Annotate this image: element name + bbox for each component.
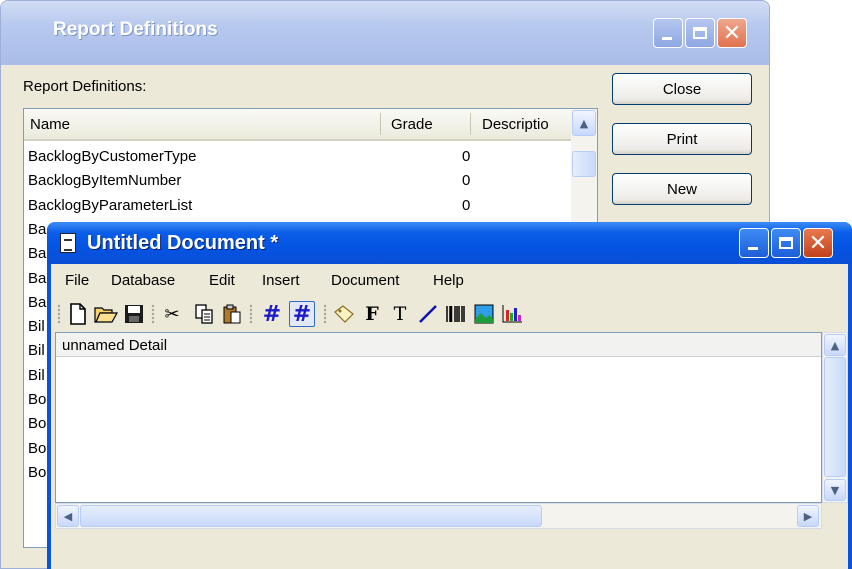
snap-grid-icon[interactable]: #	[289, 301, 315, 327]
toolbar-grip[interactable]	[57, 304, 61, 324]
grid-icon[interactable]: #	[259, 301, 285, 327]
report-name: Ba	[28, 293, 47, 311]
column-divider[interactable]	[470, 113, 471, 135]
image-icon[interactable]	[471, 301, 497, 327]
maximize-button[interactable]	[685, 18, 715, 48]
report-grade: 0	[462, 196, 471, 214]
scroll-up-button[interactable]: ▲	[824, 334, 846, 356]
report-name: Ba	[28, 269, 47, 287]
paste-icon[interactable]	[219, 301, 245, 327]
menu-edit[interactable]: Edit	[209, 272, 235, 289]
print-button[interactable]: Print	[612, 123, 752, 155]
close-window-button[interactable]: ✕	[717, 18, 747, 48]
bold-field-icon[interactable]: F	[359, 301, 385, 327]
list-item[interactable]: BacklogByItemNumber 0	[24, 168, 572, 192]
scroll-down-button[interactable]: ▼	[824, 479, 846, 501]
cut-icon[interactable]: ✂	[159, 301, 185, 327]
report-name: Bo	[28, 391, 47, 408]
minimize-button[interactable]	[653, 18, 683, 48]
toolbar-grip[interactable]	[249, 304, 253, 324]
report-name: Bo	[28, 463, 47, 481]
chevron-left-icon: ◀	[63, 509, 73, 523]
minimize-button[interactable]	[739, 228, 769, 258]
list-item[interactable]: BacklogByParameterList 0	[24, 193, 572, 217]
report-name: BacklogByParameterList	[28, 196, 193, 214]
line-icon[interactable]	[415, 301, 441, 327]
report-design-canvas[interactable]: unnamed Detail	[55, 332, 822, 503]
new-icon[interactable]	[65, 301, 91, 327]
column-header-description[interactable]: Descriptio	[482, 116, 568, 133]
scroll-up-button[interactable]: ▲	[572, 110, 596, 136]
document-icon	[60, 233, 76, 253]
copy-icon[interactable]	[191, 301, 217, 327]
barcode-icon[interactable]	[443, 301, 469, 327]
menu-insert[interactable]: Insert	[262, 272, 300, 289]
design-horizontal-scrollbar[interactable]: ◀ ▶	[55, 503, 822, 529]
maximize-icon	[779, 237, 793, 249]
close-icon: ✕	[722, 20, 742, 46]
report-name: Bil	[28, 366, 45, 384]
toolbar-grip[interactable]	[151, 304, 155, 324]
report-name: BacklogByItemNumber	[28, 172, 182, 190]
chevron-up-icon: ▲	[830, 338, 840, 352]
column-divider[interactable]	[380, 113, 381, 135]
document-title: Untitled Document *	[87, 232, 279, 254]
scroll-right-button[interactable]: ▶	[797, 505, 819, 527]
document-titlebar[interactable]: Untitled Document * ✕	[47, 222, 852, 264]
chevron-right-icon: ▶	[803, 509, 813, 523]
column-header-name[interactable]: Name	[30, 116, 70, 133]
report-name: Bil	[28, 342, 45, 360]
open-icon[interactable]	[93, 301, 119, 327]
maximize-button[interactable]	[771, 228, 801, 258]
menu-document[interactable]: Document	[331, 272, 399, 289]
minimize-icon	[748, 247, 758, 250]
close-icon: ✕	[808, 230, 828, 256]
new-button[interactable]: New	[612, 173, 752, 205]
band-header[interactable]: unnamed Detail	[56, 333, 821, 357]
report-definitions-label: Report Definitions:	[23, 78, 147, 95]
report-name: BacklogByCustomerType	[28, 148, 197, 165]
toolbar-grip[interactable]	[323, 304, 327, 324]
chevron-up-icon: ▲	[579, 116, 589, 130]
list-header: Name Grade Descriptio	[24, 109, 572, 141]
menu-file[interactable]: File	[65, 272, 89, 289]
menu-database[interactable]: Database	[111, 272, 175, 289]
scroll-thumb[interactable]	[572, 151, 596, 177]
list-item[interactable]: BacklogByCustomerType 0	[24, 144, 572, 168]
column-header-grade[interactable]: Grade	[391, 116, 433, 133]
toolbar: ✂ # # F T	[51, 296, 848, 332]
report-grade: 0	[462, 172, 471, 190]
menu-help[interactable]: Help	[433, 272, 464, 289]
scrollbar-corner	[822, 503, 848, 529]
maximize-icon	[693, 27, 707, 39]
scroll-left-button[interactable]: ◀	[57, 505, 79, 527]
label-icon[interactable]	[331, 301, 357, 327]
untitled-document-window: Untitled Document * ✕ File Database Edit…	[47, 222, 852, 569]
scroll-thumb[interactable]	[80, 505, 542, 527]
chevron-down-icon: ▼	[830, 483, 840, 497]
report-name: Bil	[28, 318, 45, 336]
save-icon[interactable]	[121, 301, 147, 327]
report-name: Bo	[28, 415, 47, 433]
chart-icon[interactable]	[499, 301, 525, 327]
text-icon[interactable]: T	[387, 301, 413, 327]
report-name: Ba	[28, 245, 47, 263]
window-title: Report Definitions	[53, 19, 218, 40]
report-grade: 0	[462, 148, 471, 165]
close-button[interactable]: Close	[612, 73, 752, 105]
menu-bar: File Database Edit Insert Document Help	[51, 264, 848, 296]
design-vertical-scrollbar[interactable]: ▲ ▼	[822, 332, 848, 503]
close-window-button[interactable]: ✕	[803, 228, 833, 258]
document-client-area: File Database Edit Insert Document Help …	[51, 264, 848, 569]
report-definitions-titlebar[interactable]: Report Definitions ✕	[1, 1, 769, 65]
report-name: Bo	[28, 439, 47, 457]
report-name: Ba	[28, 220, 47, 238]
scroll-thumb[interactable]	[824, 357, 846, 477]
minimize-icon	[662, 37, 672, 40]
